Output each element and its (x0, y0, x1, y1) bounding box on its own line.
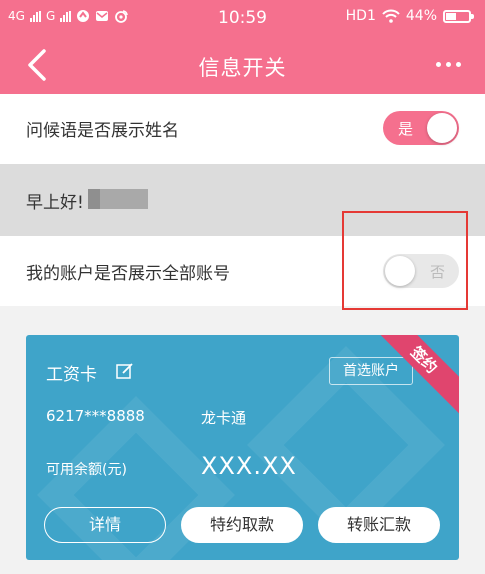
account-number: 6217***8888 (46, 407, 145, 425)
status-right: HD1 44% (345, 8, 474, 24)
card-title: 工资卡 (46, 365, 97, 385)
transfer-button[interactable]: 转账汇款 (318, 507, 440, 543)
nav-bar: 信息开关 (0, 36, 485, 94)
edit-icon[interactable] (116, 362, 134, 380)
toggle-knob (427, 113, 457, 143)
setting-row-greeting-name: 问候语是否展示姓名 是 (0, 94, 485, 164)
greeting-name-label: 问候语是否展示姓名 (26, 121, 179, 141)
special-withdraw-button[interactable]: 特约取款 (181, 507, 303, 543)
battery-percent: 44% (405, 8, 437, 24)
battery-icon (443, 9, 474, 23)
name-mask-block-2 (100, 189, 148, 209)
status-bar: 4G G 10:59 HD1 44% (0, 0, 485, 36)
details-button[interactable]: 详情 (44, 507, 166, 543)
hd-label: HD1 (345, 8, 376, 24)
page-title: 信息开关 (198, 56, 287, 80)
name-mask-block (88, 189, 100, 209)
battery-fill (446, 12, 456, 20)
more-options-icon[interactable] (436, 62, 461, 67)
greeting-name-toggle[interactable]: 是 (383, 111, 459, 145)
full-account-label: 我的账户是否展示全部账号 (26, 264, 230, 284)
highlight-box (342, 211, 468, 310)
account-type: 龙卡通 (201, 409, 247, 427)
balance-value: XXX.XX (201, 452, 297, 480)
balance-label: 可用余额(元) (46, 462, 127, 478)
greeting-preview-text: 早上好! (26, 193, 84, 213)
preferred-account-button[interactable]: 首选账户 (329, 357, 413, 385)
account-card[interactable]: 工资卡 首选账户 签约 6217***8888 龙卡通 可用余额(元) XXX.… (26, 335, 459, 560)
wifi-icon (382, 9, 400, 23)
toggle-on-text: 是 (398, 120, 414, 138)
bottom-edge (0, 566, 485, 574)
